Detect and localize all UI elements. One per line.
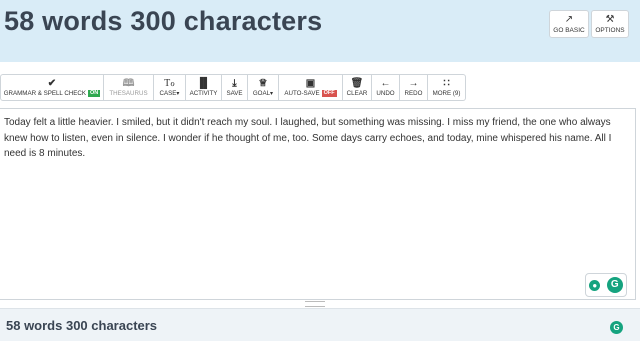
thesaurus-button[interactable]: 🕮 THESAURUS [104,74,154,101]
trash-icon: 🗑 [350,78,364,89]
activity-label: ACTIVITY [189,90,218,97]
download-icon: ⤓ [232,78,237,89]
case-label: CASE [159,90,177,97]
options-button[interactable]: ⚒ OPTIONS [591,10,629,38]
more-button[interactable]: ∷ MORE (9) [428,74,466,101]
undo-label: UNDO [376,90,395,97]
external-link-icon: ↗ [564,13,574,25]
redo-button[interactable]: → REDO [400,74,428,101]
clear-label: CLEAR [346,90,368,97]
arrow-right-icon: → [408,78,419,89]
auto-save-status-badge: OFF [321,89,337,97]
bar-chart-icon: ▐▌ [196,78,211,89]
clear-button[interactable]: 🗑 CLEAR [343,74,372,101]
text-case-icon: Tℴ [164,78,175,89]
auto-save-button[interactable]: ▣ AUTO-SAVE OFF [279,74,343,101]
page-title: 58 words 300 characters [4,6,323,36]
checkmark-icon: ✔ [47,77,57,89]
go-basic-label: GO BASIC [553,26,585,34]
auto-save-label: AUTO-SAVE [284,90,320,98]
editor-content[interactable]: Today felt a little heavier. I smiled, b… [4,115,630,162]
resize-handle[interactable] [305,301,325,307]
book-icon: 🕮 [122,78,135,89]
grammarly-logo-icon[interactable]: G [606,277,623,293]
footer-bar: 58 words 300 characters G [0,308,640,341]
grammarly-widget[interactable]: ● G [585,273,627,297]
arrow-left-icon: ← [380,78,391,89]
header-bar: 58 words 300 characters ↗ GO BASIC ⚒ OPT… [0,0,640,62]
redo-label: REDO [404,90,423,97]
more-label: MORE (9) [432,90,461,97]
grammar-check-label: GRAMMAR & SPELL CHECK [3,90,87,98]
trophy-icon: ♕ [258,78,268,89]
grammar-check-button[interactable]: ✔ GRAMMAR & SPELL CHECK ON [0,74,104,101]
save-button[interactable]: ⤓ SAVE [222,74,248,101]
activity-button[interactable]: ▐▌ ACTIVITY [186,74,222,101]
floppy-disk-icon: ▣ [305,77,316,89]
go-basic-button[interactable]: ↗ GO BASIC [549,10,589,38]
thesaurus-label: THESAURUS [109,90,148,97]
wrench-icon: ⚒ [605,13,615,25]
toolbar: ✔ GRAMMAR & SPELL CHECK ON 🕮 THESAURUS Tℴ… [0,74,466,102]
goal-button[interactable]: ♕ GOAL▾ [248,74,279,101]
undo-button[interactable]: ← UNDO [372,74,400,101]
case-button[interactable]: Tℴ CASE▾ [154,74,186,101]
options-label: OPTIONS [595,26,625,34]
word-count-summary: 58 words 300 characters [6,318,158,333]
save-label: SAVE [226,90,243,97]
goal-label: GOAL [252,90,271,97]
lightbulb-icon[interactable]: ● [589,279,601,291]
text-editor[interactable]: Today felt a little heavier. I smiled, b… [0,108,636,300]
grid-icon: ∷ [443,78,450,89]
grammar-status-badge: ON [88,89,101,97]
grammarly-status-icon[interactable]: G [610,321,623,334]
